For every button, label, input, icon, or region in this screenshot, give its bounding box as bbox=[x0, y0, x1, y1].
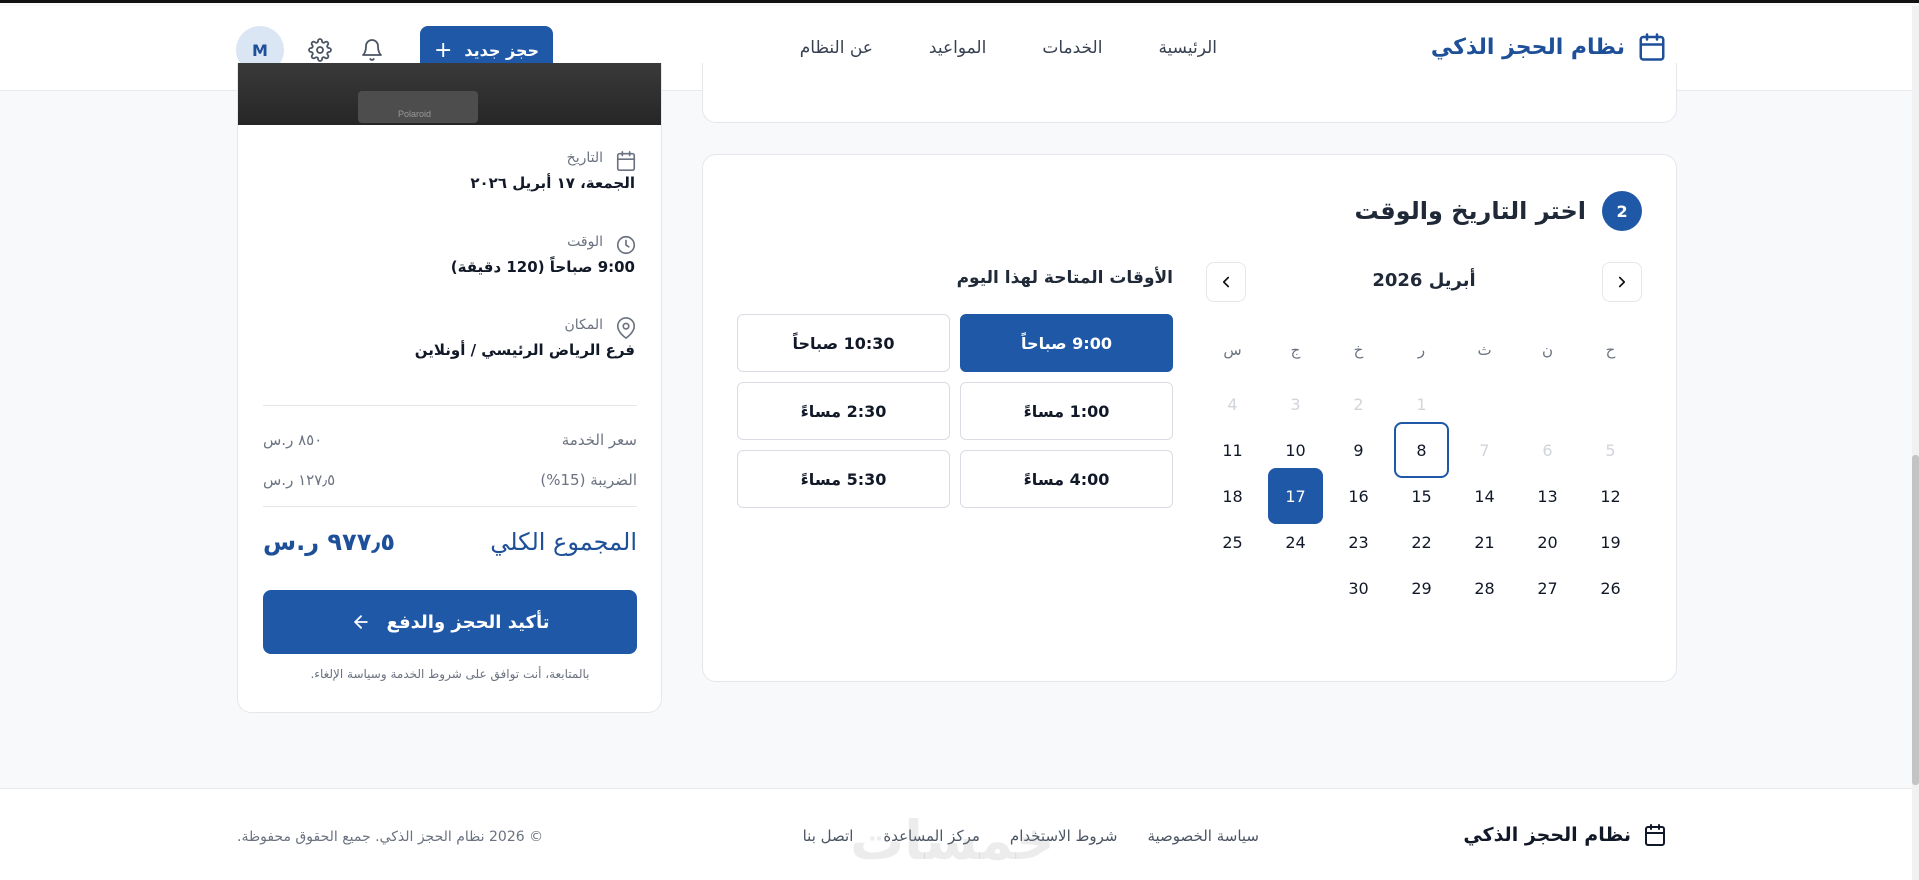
time-value: 9:00 صباحاً (120 دقيقة) bbox=[450, 258, 635, 276]
terms-note: بالمتابعة، أنت توافق على شروط الخدمة وسي… bbox=[310, 667, 590, 681]
nav-appointments[interactable]: المواعيد bbox=[929, 38, 986, 58]
new-booking-label: حجز جديد bbox=[464, 40, 540, 60]
location-pin-icon bbox=[615, 317, 637, 340]
time-slot-button[interactable]: 1:00 مساءً bbox=[960, 382, 1173, 440]
weekday-label: ن bbox=[1542, 341, 1554, 359]
nav-services[interactable]: الخدمات bbox=[1042, 38, 1102, 58]
page-footer: نظام الحجز الذكي سياسة الخصوصية شروط الا… bbox=[0, 788, 1912, 880]
bell-icon bbox=[362, 39, 382, 61]
confirm-and-pay-button[interactable]: تأكيد الحجز والدفع bbox=[263, 590, 637, 654]
calendar-day[interactable]: 28 bbox=[1457, 560, 1512, 616]
confirm-label: تأكيد الحجز والدفع bbox=[386, 611, 550, 633]
footer-brand-name: نظام الحجز الذكي bbox=[1463, 824, 1631, 846]
settings-button[interactable] bbox=[308, 38, 332, 62]
calendar-day[interactable]: 26 bbox=[1583, 560, 1638, 616]
arrow-left-icon bbox=[353, 615, 368, 629]
brand-logo[interactable]: نظام الحجز الذكي bbox=[1431, 32, 1667, 62]
total-value: ٩٧٧٫٥ ر.س bbox=[263, 528, 395, 556]
booking-summary: Polaroid التاريخ الجمعة، ١٧ أبريل ٢٠٢٦ ا… bbox=[237, 63, 662, 713]
time-slot-button[interactable]: 5:30 مساءً bbox=[737, 450, 950, 508]
weekday-label: ث bbox=[1477, 341, 1492, 359]
weekday-label: س bbox=[1223, 341, 1242, 359]
brand-name: نظام الحجز الذكي bbox=[1430, 34, 1625, 60]
service-image: Polaroid bbox=[238, 63, 661, 125]
calendar-day[interactable]: 30 bbox=[1331, 560, 1386, 616]
step-title: اختر التاريخ والوقت bbox=[1354, 197, 1586, 225]
copyright-text: © 2026 نظام الحجز الذكي. جميع الحقوق محف… bbox=[237, 829, 544, 845]
weekday-label: ح bbox=[1605, 341, 1616, 359]
calendar-day[interactable]: 27 bbox=[1520, 560, 1575, 616]
service-price-value: ٨٥٠ ر.س bbox=[263, 431, 323, 449]
summary-location: المكان فرع الرياض الرئيسي / أونلاين bbox=[415, 317, 637, 359]
main-nav: الرئيسية الخدمات المواعيد عن النظام bbox=[800, 38, 1217, 58]
weekday-label: ر bbox=[1417, 341, 1426, 359]
camera-image: Polaroid bbox=[358, 91, 478, 123]
notifications-button[interactable] bbox=[360, 38, 384, 62]
time-slot-button[interactable]: 9:00 صباحاً bbox=[960, 314, 1173, 372]
footer-link-contact[interactable]: اتصل بنا bbox=[803, 827, 854, 845]
time-slots-title: الأوقات المتاحة لهذا اليوم bbox=[956, 268, 1173, 288]
clock-icon bbox=[615, 234, 637, 256]
weekday-label: ج bbox=[1290, 341, 1301, 359]
footer-link-privacy[interactable]: سياسة الخصوصية bbox=[1147, 827, 1259, 845]
previous-step-card bbox=[702, 63, 1677, 123]
date-value: الجمعة، ١٧ أبريل ٢٠٢٦ bbox=[470, 174, 635, 192]
nav-home[interactable]: الرئيسية bbox=[1158, 38, 1217, 58]
date-time-step-card: 2 اختر التاريخ والوقت أبريل 2026 ح ن ث ر خ ج س… bbox=[702, 154, 1677, 682]
service-price-row: سعر الخدمة ٨٥٠ ر.س bbox=[263, 431, 637, 449]
tax-value: ١٢٧٫٥ ر.س bbox=[263, 471, 336, 489]
step-number-badge: 2 bbox=[1602, 191, 1642, 231]
calendar-icon bbox=[1645, 824, 1665, 846]
divider bbox=[263, 405, 637, 406]
time-slots: الأوقات المتاحة لهذا اليوم 9:00 صباحاً 10… bbox=[737, 262, 1173, 508]
time-slot-button[interactable]: 4:00 مساءً bbox=[960, 450, 1173, 508]
nav-about[interactable]: عن النظام bbox=[800, 38, 873, 58]
calendar-icon bbox=[1639, 33, 1665, 61]
calendar-header: أبريل 2026 bbox=[1206, 262, 1642, 302]
summary-date: التاريخ الجمعة، ١٧ أبريل ٢٠٢٦ bbox=[470, 150, 637, 192]
calendar-icon bbox=[615, 150, 637, 172]
location-label: المكان bbox=[564, 317, 603, 333]
calendar-empty-cell bbox=[1205, 560, 1260, 616]
total-row: المجموع الكلي ٩٧٧٫٥ ر.س bbox=[263, 528, 637, 556]
location-value: فرع الرياض الرئيسي / أونلاين bbox=[414, 341, 635, 359]
weekday-label: خ bbox=[1353, 341, 1364, 359]
time-slot-grid: 9:00 صباحاً 10:30 صباحاً 1:00 مساءً 2:30 مس… bbox=[737, 314, 1173, 508]
chevron-left-icon bbox=[1222, 276, 1230, 288]
time-slot-button[interactable]: 10:30 صباحاً bbox=[737, 314, 950, 372]
service-price-label: سعر الخدمة bbox=[561, 431, 637, 449]
calendar-month: أبريل 2026 bbox=[1372, 270, 1476, 291]
time-label: الوقت bbox=[567, 234, 603, 250]
plus-icon: + bbox=[433, 37, 453, 63]
tax-row: الضريبة (15%) ١٢٧٫٥ ر.س bbox=[263, 471, 637, 489]
calendar: أبريل 2026 ح ن ث ر خ ج س 1 2 3 4 5 6 7 8 9 10 11 12 13 14 15 1… bbox=[1206, 262, 1642, 616]
gear-icon bbox=[308, 38, 332, 62]
calendar-empty-cell bbox=[1268, 560, 1323, 616]
scrollbar-thumb[interactable] bbox=[1912, 455, 1919, 785]
summary-time: الوقت 9:00 صباحاً (120 دقيقة) bbox=[451, 234, 637, 276]
previous-month-button[interactable] bbox=[1206, 262, 1246, 302]
time-slot-button[interactable]: 2:30 مساءً bbox=[737, 382, 950, 440]
step-header: 2 اختر التاريخ والوقت bbox=[1355, 191, 1642, 231]
total-label: المجموع الكلي bbox=[490, 528, 637, 556]
divider bbox=[263, 506, 637, 507]
footer-brand[interactable]: نظام الحجز الذكي bbox=[1463, 823, 1667, 847]
image-caption: Polaroid bbox=[398, 109, 432, 119]
tax-label: الضريبة (15%) bbox=[540, 471, 637, 489]
calendar-day[interactable]: 29 bbox=[1394, 560, 1449, 616]
calendar-grid: ح ن ث ر خ ج س 1 2 3 4 5 6 7 8 9 10 11 12 13 14 15 16 17 18 19 20 21… bbox=[1206, 324, 1642, 616]
watermark: خمسات bbox=[850, 809, 1057, 872]
date-label: التاريخ bbox=[566, 150, 603, 166]
